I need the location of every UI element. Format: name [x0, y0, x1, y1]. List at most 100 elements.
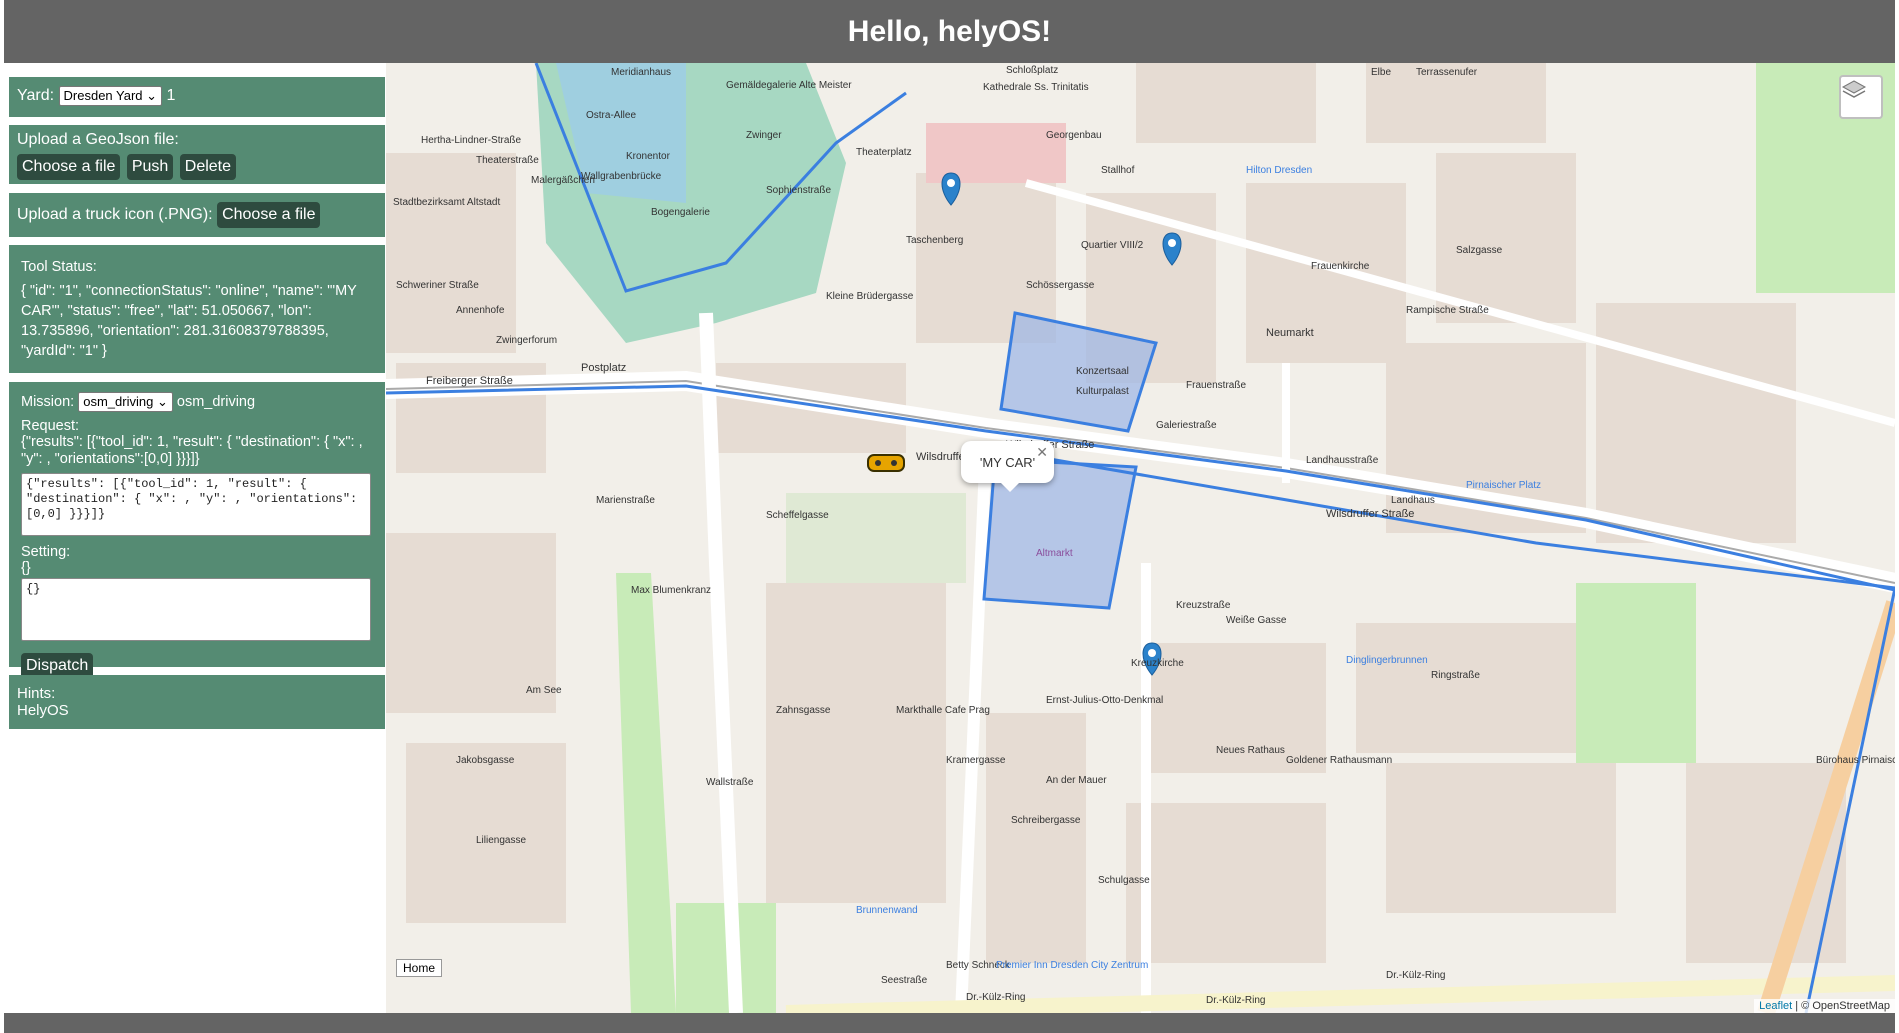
map-label: Schössergasse	[1026, 280, 1095, 291]
building-block	[386, 153, 516, 353]
map-label: Annenhofe	[456, 305, 505, 316]
map-label: Zwinger	[746, 130, 782, 141]
map-attribution: Leaflet | © OpenStreetMap	[1754, 999, 1895, 1013]
building-block	[1356, 623, 1576, 753]
building-block	[986, 713, 1086, 963]
map-label: Sophienstraße	[766, 185, 831, 196]
mission-select-value: osm_driving	[83, 394, 154, 409]
chevron-down-icon: ⌄	[156, 394, 168, 409]
close-icon[interactable]: ✕	[1036, 444, 1048, 461]
setting-text: {}	[21, 560, 31, 576]
map-label: Liliengasse	[476, 835, 526, 846]
mission-panel: Mission: osm_driving ⌄ osm_driving Reque…	[9, 382, 385, 679]
layers-icon	[1841, 80, 1867, 98]
map-label: Theaterplatz	[856, 147, 912, 158]
osm-attribution: | © OpenStreetMap	[1795, 1000, 1890, 1012]
map-label: Taschenberg	[906, 235, 963, 246]
request-label: Request:	[21, 418, 80, 434]
building-block	[1126, 803, 1326, 963]
hints-title: Hints:	[17, 685, 56, 702]
map-label: Stallhof	[1101, 165, 1135, 176]
map-canvas[interactable]: Freiberger Straße Postplatz Wilsdruffer …	[386, 63, 1895, 1013]
building-block	[1386, 763, 1616, 913]
market-area	[786, 493, 966, 583]
map-label: Seestraße	[881, 975, 928, 986]
map-label: Marienstraße	[596, 495, 655, 506]
map-view[interactable]: Freiberger Straße Postplatz Wilsdruffer …	[386, 63, 1895, 1013]
request-text: {"results": [{"tool_id": 1, "result": { …	[21, 434, 363, 467]
building-block	[406, 743, 566, 923]
car-icon[interactable]	[867, 454, 905, 472]
map-label: An der Mauer	[1046, 775, 1107, 786]
home-button[interactable]: Home	[396, 959, 443, 977]
app-footer	[4, 1013, 1895, 1033]
map-label: Galeriestraße	[1156, 420, 1217, 431]
chevron-down-icon: ⌄	[146, 88, 158, 103]
map-label: Ostra-Allee	[586, 110, 636, 121]
map-label: Ernst-Julius-Otto-Denkmal	[1046, 695, 1163, 706]
map-label: Schreibergasse	[1011, 815, 1081, 826]
map-label: Bogengalerie	[651, 207, 710, 218]
map-label: Schweriner Straße	[396, 280, 479, 291]
map-label: Kleine Brüdergasse	[826, 291, 914, 302]
map-label: Dr.-Külz-Ring	[1386, 970, 1445, 981]
map-label: Frauenkirche	[1311, 261, 1370, 272]
map-label: Wallstraße	[706, 777, 754, 788]
map-label: Frauenstraße	[1186, 380, 1246, 391]
popup-text: 'MY CAR'	[979, 454, 1036, 470]
mission-select[interactable]: osm_driving ⌄	[78, 392, 173, 412]
layers-control[interactable]	[1839, 75, 1883, 119]
truck-icon-panel: Upload a truck icon (.PNG): Choose a fil…	[9, 193, 385, 237]
push-button[interactable]: Push	[126, 154, 174, 180]
map-label: Schulgasse	[1098, 875, 1150, 886]
building-block	[1436, 153, 1576, 323]
setting-textarea[interactable]: {}	[21, 578, 371, 641]
map-label: Kulturpalast	[1076, 386, 1129, 397]
mission-label: Mission:	[21, 393, 75, 410]
geojson-label: Upload a GeoJson file:	[17, 131, 179, 148]
request-textarea[interactable]: {"results": [{"tool_id": 1, "result": { …	[21, 473, 371, 536]
map-label: Dinglingerbrunnen	[1346, 655, 1428, 666]
map-label: Theaterstraße	[476, 155, 539, 166]
map-label: Georgenbau	[1046, 130, 1102, 141]
map-label: Konzertsaal	[1076, 366, 1129, 377]
truck-icon-label: Upload a truck icon (.PNG):	[17, 206, 213, 223]
setting-label: Setting:	[21, 544, 71, 560]
mission-value: osm_driving	[176, 393, 256, 410]
map-label: Malergäßchen	[531, 175, 595, 186]
map-label: Kreuzstraße	[1176, 600, 1231, 611]
map-label: Neumarkt	[1266, 327, 1314, 339]
page-title: Hello, helyOS!	[847, 14, 1052, 48]
map-label: Dr.-Külz-Ring	[966, 992, 1025, 1003]
yard-select-value: Dresden Yard	[63, 88, 143, 103]
map-label: Max Blumenkranz	[631, 585, 711, 596]
map-popup[interactable]: 'MY CAR' ✕	[961, 441, 1054, 492]
tool-status-panel: Tool Status: { "id": "1", "connectionSta…	[9, 245, 385, 373]
yard-id: 1	[166, 87, 176, 105]
map-label: Premier Inn Dresden City Zentrum	[996, 960, 1148, 971]
map-label: Hertha-Lindner-Straße	[421, 135, 521, 146]
building-block	[1596, 303, 1796, 543]
choose-truck-icon-button[interactable]: Choose a file	[217, 202, 321, 228]
map-label: Kronentor	[626, 151, 671, 162]
map-label: Kramergasse	[946, 755, 1006, 766]
map-label: Postplatz	[581, 362, 626, 374]
delete-button[interactable]: Delete	[179, 154, 237, 180]
leaflet-link[interactable]: Leaflet	[1759, 1000, 1792, 1012]
map-label: Zahnsgasse	[776, 705, 831, 716]
map-label: Freiberger Straße	[426, 375, 513, 387]
yard-label: Yard:	[17, 87, 55, 105]
hints-text: HelyOS	[17, 702, 69, 719]
map-label: Markthalle Cafe Prag	[896, 705, 990, 716]
dr-kulz-ring-road	[785, 975, 1895, 1013]
map-label: Landhausstraße	[1306, 455, 1379, 466]
map-label: Schloßplatz	[1006, 65, 1058, 76]
yard-select[interactable]: Dresden Yard ⌄	[58, 86, 163, 106]
map-label: Altmarkt	[1036, 548, 1073, 559]
choose-geojson-button[interactable]: Choose a file	[17, 154, 121, 180]
map-label: Kreuzkirche	[1131, 658, 1184, 669]
app-header: Hello, helyOS!	[4, 0, 1895, 63]
hints-panel: Hints: HelyOS	[9, 675, 385, 729]
popup-tip	[1001, 483, 1019, 492]
map-label: Hilton Dresden	[1246, 165, 1312, 176]
